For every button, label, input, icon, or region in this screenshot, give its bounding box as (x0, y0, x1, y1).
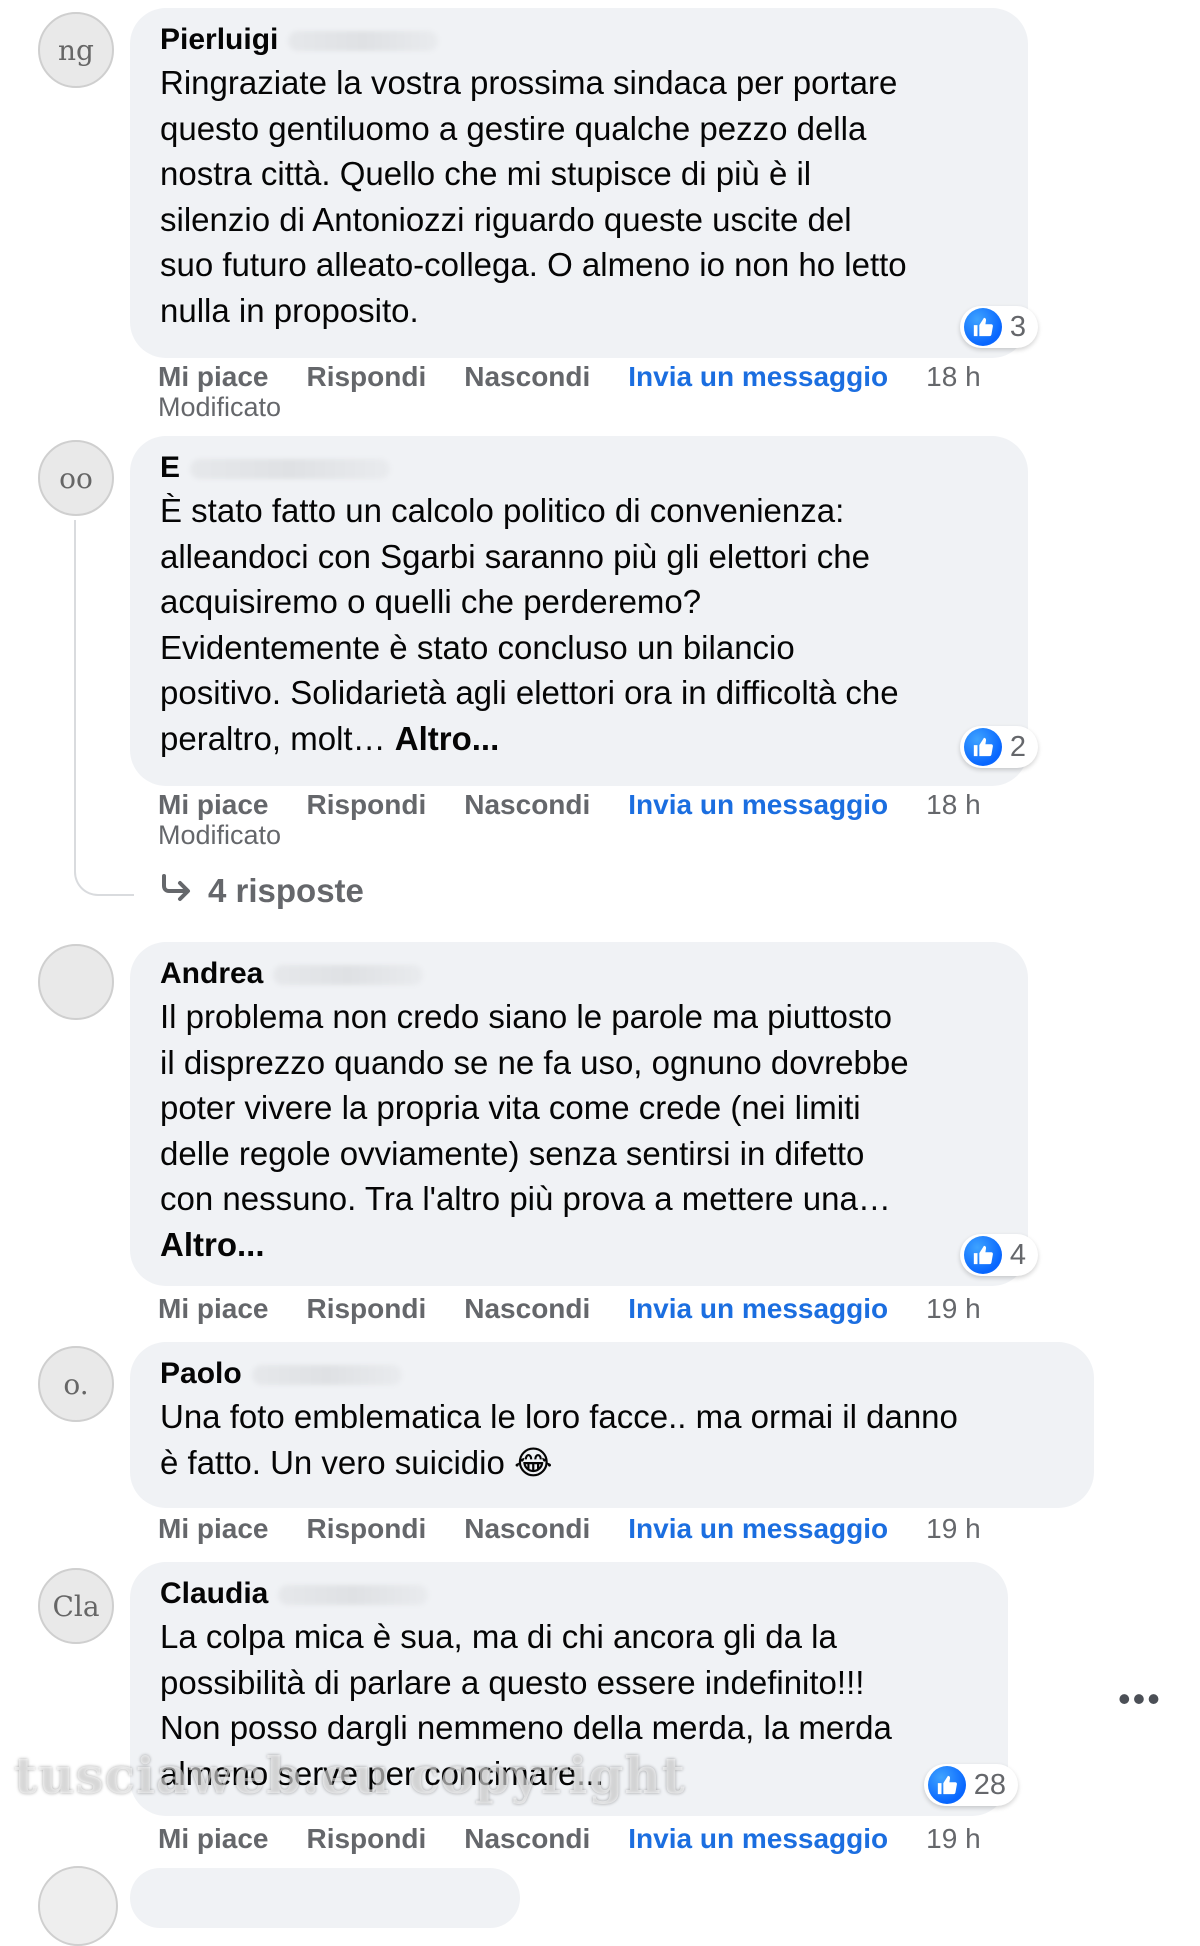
author-name[interactable]: Claudia (160, 1577, 268, 1610)
like-thumb-icon (963, 728, 1002, 766)
avatar-initials: o. (63, 1367, 89, 1401)
comment-text: Una foto emblematica le loro facce.. ma … (160, 1398, 958, 1481)
comment-body: È stato fatto un calcolo politico di con… (160, 492, 899, 757)
like-thumb-icon (927, 1766, 966, 1804)
reaction-count[interactable]: 28 (923, 1764, 1018, 1806)
comment-text: Il problema non credo siano le parole ma… (160, 994, 998, 1267)
like-count: 4 (1009, 1238, 1026, 1271)
like-button[interactable]: Mi piace (158, 1822, 268, 1856)
hide-button[interactable]: Nascondi (464, 1512, 590, 1546)
comment-actions: Mi piace Rispondi Nascondi Invia un mess… (158, 1292, 1019, 1326)
comment-body: Il problema non credo siano le parole ma… (160, 998, 909, 1217)
comment-author[interactable]: Paolo (160, 1356, 1064, 1392)
reply-button[interactable]: Rispondi (306, 1822, 426, 1856)
send-message-button[interactable]: Invia un messaggio (628, 788, 888, 822)
avatar-initials (40, 946, 112, 1018)
like-button[interactable]: Mi piace (158, 788, 268, 822)
like-count: 28 (973, 1768, 1006, 1801)
hide-button[interactable]: Nascondi (464, 1292, 590, 1326)
avatar[interactable] (38, 1866, 118, 1946)
comment-actions: Mi piace Rispondi Nascondi Invia un mess… (158, 1512, 1019, 1546)
send-message-button[interactable]: Invia un messaggio (628, 360, 888, 394)
like-count: 2 (1009, 730, 1026, 763)
avatar[interactable] (38, 944, 114, 1020)
see-more-link[interactable]: Altro... (395, 720, 500, 757)
edited-label: Modificato (158, 820, 282, 850)
reaction-count[interactable]: 4 (959, 1234, 1038, 1276)
comment-author[interactable]: E (160, 450, 998, 486)
redacted-surname (288, 31, 439, 52)
reply-button[interactable]: Rispondi (306, 360, 426, 394)
comment-author[interactable]: Claudia (160, 1576, 978, 1612)
author-name[interactable]: E (160, 451, 180, 484)
comment-actions: Mi piace Rispondi Nascondi Invia un mess… (158, 360, 1019, 394)
reply-button[interactable]: Rispondi (306, 788, 426, 822)
edited-label: Modificato (158, 392, 282, 422)
comment-bubble: Claudia La colpa mica è sua, ma di chi a… (130, 1562, 1018, 1816)
avatar-initials: Cla (52, 1589, 100, 1623)
author-name[interactable]: Pierluigi (160, 23, 278, 56)
send-message-button[interactable]: Invia un messaggio (628, 1822, 888, 1856)
send-message-button[interactable]: Invia un messaggio (628, 1512, 888, 1546)
like-count: 3 (1009, 310, 1026, 343)
comment-text: La colpa mica è sua, ma di chi ancora gl… (160, 1618, 892, 1792)
send-message-button[interactable]: Invia un messaggio (628, 1292, 888, 1326)
avatar[interactable]: ng (38, 12, 114, 88)
reply-button[interactable]: Rispondi (306, 1292, 426, 1326)
timestamp[interactable]: 18 h (926, 788, 981, 822)
timestamp[interactable]: 18 h (926, 360, 981, 394)
avatar[interactable]: o. (38, 1346, 114, 1422)
reply-arrow-icon (160, 872, 194, 910)
see-more-link[interactable]: Altro... (160, 1226, 265, 1263)
thread-line (74, 520, 76, 860)
author-name[interactable]: Andrea (160, 957, 263, 990)
like-button[interactable]: Mi piace (158, 360, 268, 394)
comment-bubble: Andrea Il problema non credo siano le pa… (130, 942, 1038, 1286)
replies-count[interactable]: 4 risposte (208, 872, 364, 910)
hide-button[interactable]: Nascondi (464, 1822, 590, 1856)
hide-button[interactable]: Nascondi (464, 788, 590, 822)
more-options-icon[interactable]: ••• (1118, 1678, 1162, 1720)
avatar[interactable]: Cla (38, 1568, 114, 1644)
avatar-initials: ng (58, 33, 94, 67)
like-thumb-icon (963, 1236, 1002, 1274)
timestamp[interactable]: 19 h (926, 1292, 981, 1326)
timestamp[interactable]: 19 h (926, 1822, 981, 1856)
author-name[interactable]: Paolo (160, 1357, 242, 1390)
reaction-count[interactable]: 2 (959, 726, 1038, 768)
comment-bubble: Pierluigi Ringraziate la vostra prossima… (130, 8, 1038, 358)
reaction-count[interactable]: 3 (959, 306, 1038, 348)
comment-bubble: Paolo Una foto emblematica le loro facce… (130, 1342, 1094, 1508)
comment-author[interactable]: Pierluigi (160, 22, 998, 58)
hide-button[interactable]: Nascondi (464, 360, 590, 394)
redacted-surname (273, 965, 424, 986)
comment-actions: Mi piace Rispondi Nascondi Invia un mess… (158, 1822, 1019, 1856)
like-button[interactable]: Mi piace (158, 1512, 268, 1546)
comment-actions: Mi piace Rispondi Nascondi Invia un mess… (158, 788, 1019, 822)
redacted-surname (190, 459, 391, 480)
like-button[interactable]: Mi piace (158, 1292, 268, 1326)
view-replies-button[interactable]: 4 risposte (160, 872, 364, 910)
reply-button[interactable]: Rispondi (306, 1512, 426, 1546)
avatar[interactable]: oo (38, 440, 114, 516)
thread-connector (74, 856, 134, 896)
timestamp[interactable]: 19 h (926, 1512, 981, 1546)
redacted-surname (278, 1585, 429, 1606)
comment-text: È stato fatto un calcolo politico di con… (160, 488, 998, 761)
redacted-surname (251, 1365, 402, 1386)
comment-text: Ringraziate la vostra prossima sindaca p… (160, 64, 907, 329)
comment-author[interactable]: Andrea (160, 956, 998, 992)
comment-bubble (130, 1868, 520, 1928)
comment-bubble: E È stato fatto un calcolo politico di c… (130, 436, 1038, 786)
like-thumb-icon (963, 308, 1002, 346)
avatar-initials: oo (59, 461, 93, 495)
